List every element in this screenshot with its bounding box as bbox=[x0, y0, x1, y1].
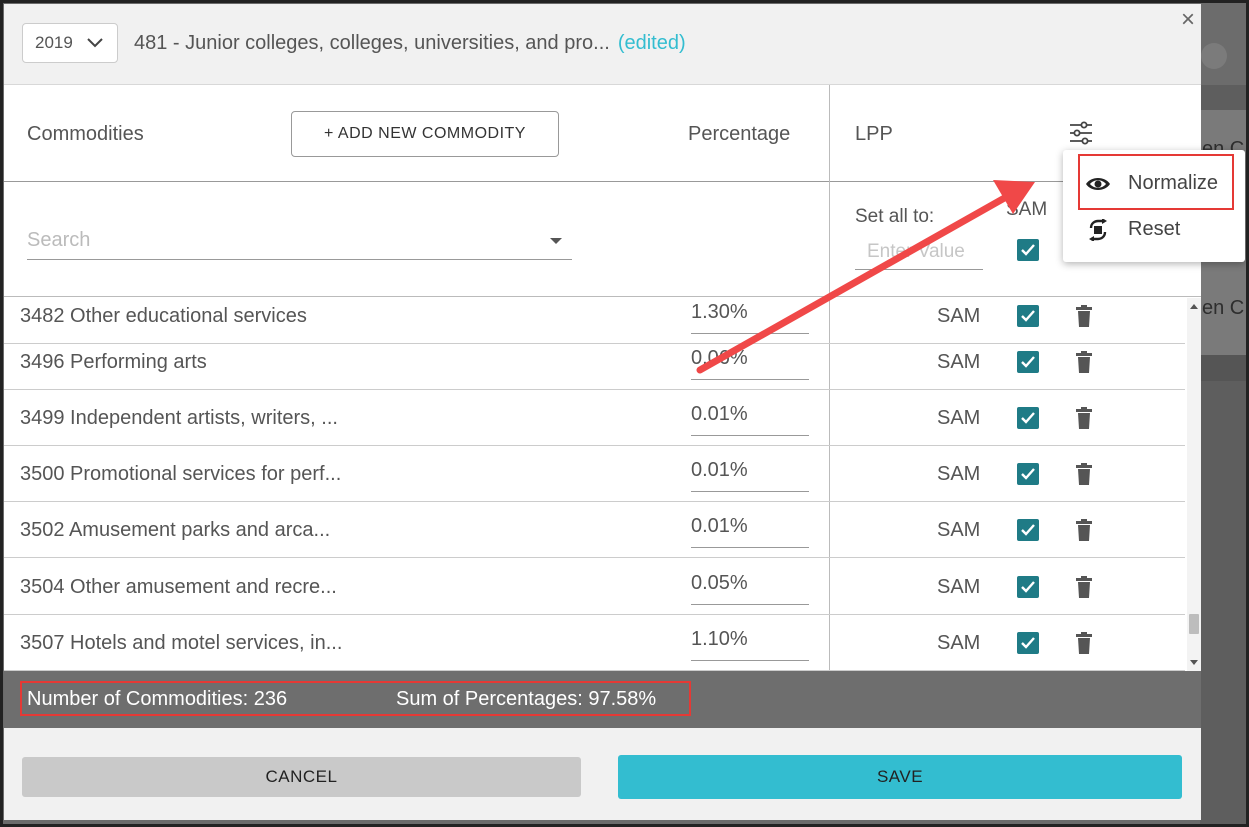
lpp-value: SAM bbox=[937, 576, 981, 598]
percentage-input[interactable]: 0.06% bbox=[691, 347, 809, 380]
save-button[interactable]: SAVE bbox=[618, 755, 1182, 799]
sam-all-checkbox[interactable] bbox=[1017, 239, 1039, 261]
table-row: 3504 Other amusement and recre... 0.05% SA… bbox=[4, 559, 1185, 615]
sam-checkbox[interactable] bbox=[1017, 576, 1039, 598]
summary-bar: Number of Commodities: 236 Sum of Percen… bbox=[4, 671, 1201, 728]
sector-name: 481 - Junior colleges, colleges, univers… bbox=[134, 32, 610, 54]
dialog-header: 2019 481 - Junior colleges, colleges, un… bbox=[4, 4, 1201, 85]
sam-checkbox[interactable] bbox=[1017, 463, 1039, 485]
percentage-input[interactable]: 1.10% bbox=[691, 628, 809, 661]
background-text: en C bbox=[1202, 297, 1245, 319]
check-icon bbox=[1021, 244, 1035, 256]
table-row: 3499 Independent artists, writers, ... 0.… bbox=[4, 390, 1185, 446]
lpp-heading: LPP bbox=[855, 123, 893, 145]
edited-label: (edited) bbox=[617, 32, 686, 54]
menu-item-label: Reset bbox=[1128, 218, 1181, 240]
trash-icon[interactable] bbox=[1076, 632, 1092, 654]
set-all-input[interactable] bbox=[855, 234, 983, 270]
trash-icon[interactable] bbox=[1076, 463, 1092, 485]
background-header bbox=[1200, 0, 1249, 85]
list-scrollbar[interactable] bbox=[1187, 298, 1201, 671]
sam-checkbox[interactable] bbox=[1017, 519, 1039, 541]
percentage-input[interactable]: 0.01% bbox=[691, 459, 809, 492]
lpp-value: SAM bbox=[937, 519, 981, 541]
dialog-footer: CANCEL SAVE bbox=[4, 728, 1201, 820]
table-row: 3496 Performing arts 0.06% SAM bbox=[4, 334, 1185, 390]
lpp-value: SAM bbox=[937, 305, 981, 327]
chevron-down-icon bbox=[87, 38, 103, 48]
table-row: 3502 Amusement parks and arca... 0.01% SAM bbox=[4, 502, 1185, 558]
close-icon[interactable]: × bbox=[1176, 8, 1200, 32]
normalize-highlight bbox=[1078, 154, 1234, 210]
sam-checkbox[interactable] bbox=[1017, 407, 1039, 429]
filter-row: Set all to: SAM bbox=[4, 182, 1201, 297]
percentage-input[interactable]: 1.30% bbox=[691, 301, 809, 334]
check-icon bbox=[1021, 310, 1035, 322]
reset-icon bbox=[1089, 219, 1107, 241]
sector-title: 481 - Junior colleges, colleges, univers… bbox=[134, 32, 686, 55]
trash-icon[interactable] bbox=[1076, 407, 1092, 429]
lpp-value: SAM bbox=[937, 351, 981, 373]
commodity-name: 3507 Hotels and motel services, in... bbox=[20, 632, 343, 654]
trash-icon[interactable] bbox=[1076, 305, 1092, 327]
percentage-input[interactable]: 0.01% bbox=[691, 515, 809, 548]
sam-checkbox[interactable] bbox=[1017, 632, 1039, 654]
lpp-value: SAM bbox=[937, 463, 981, 485]
scroll-up-icon[interactable] bbox=[1190, 304, 1198, 309]
search-input[interactable] bbox=[27, 222, 572, 260]
cancel-button[interactable]: CANCEL bbox=[22, 757, 581, 797]
year-value: 2019 bbox=[35, 33, 73, 52]
percentage-input[interactable]: 0.01% bbox=[691, 403, 809, 436]
table-row: 3507 Hotels and motel services, in... 1.1… bbox=[4, 615, 1185, 671]
commodity-count: Number of Commodities: 236 bbox=[27, 688, 288, 710]
menu-item-reset[interactable]: Reset bbox=[1063, 208, 1245, 252]
background-avatar bbox=[1201, 43, 1227, 69]
check-icon bbox=[1021, 356, 1035, 368]
sam-checkbox[interactable] bbox=[1017, 351, 1039, 373]
check-icon bbox=[1021, 637, 1035, 649]
percentage-input[interactable]: 0.05% bbox=[691, 572, 809, 605]
check-icon bbox=[1021, 468, 1035, 480]
commodity-dialog: 2019 481 - Junior colleges, colleges, un… bbox=[4, 4, 1201, 820]
lpp-value: SAM bbox=[937, 407, 981, 429]
check-icon bbox=[1021, 581, 1035, 593]
background-band bbox=[1200, 355, 1249, 381]
set-all-label: Set all to: bbox=[855, 206, 935, 227]
background-page: en C en C bbox=[1200, 0, 1249, 827]
sliders-icon[interactable] bbox=[1068, 120, 1094, 146]
scroll-down-icon[interactable] bbox=[1190, 660, 1198, 665]
column-header-row: Commodities + ADD NEW COMMODITY Percenta… bbox=[4, 85, 1201, 182]
table-row: 3500 Promotional services for perf... 0.0… bbox=[4, 446, 1185, 502]
commodities-heading: Commodities bbox=[27, 123, 144, 145]
check-icon bbox=[1021, 524, 1035, 536]
caret-down-icon[interactable] bbox=[550, 238, 562, 244]
lpp-value: SAM bbox=[937, 632, 981, 654]
year-select[interactable]: 2019 bbox=[22, 23, 118, 63]
trash-icon[interactable] bbox=[1076, 576, 1092, 598]
trash-icon[interactable] bbox=[1076, 519, 1092, 541]
commodity-list: 3482 Other educational services 1.30% SAM 3… bbox=[4, 298, 1201, 671]
percentage-heading: Percentage bbox=[688, 123, 791, 145]
percentage-sum: Sum of Percentages: 97.58% bbox=[396, 688, 657, 710]
add-new-commodity-button[interactable]: + ADD NEW COMMODITY bbox=[291, 111, 559, 157]
trash-icon[interactable] bbox=[1076, 351, 1092, 373]
sam-column-label: SAM bbox=[1006, 199, 1048, 220]
check-icon bbox=[1021, 412, 1035, 424]
sam-checkbox[interactable] bbox=[1017, 305, 1039, 327]
scroll-thumb[interactable] bbox=[1189, 614, 1199, 634]
